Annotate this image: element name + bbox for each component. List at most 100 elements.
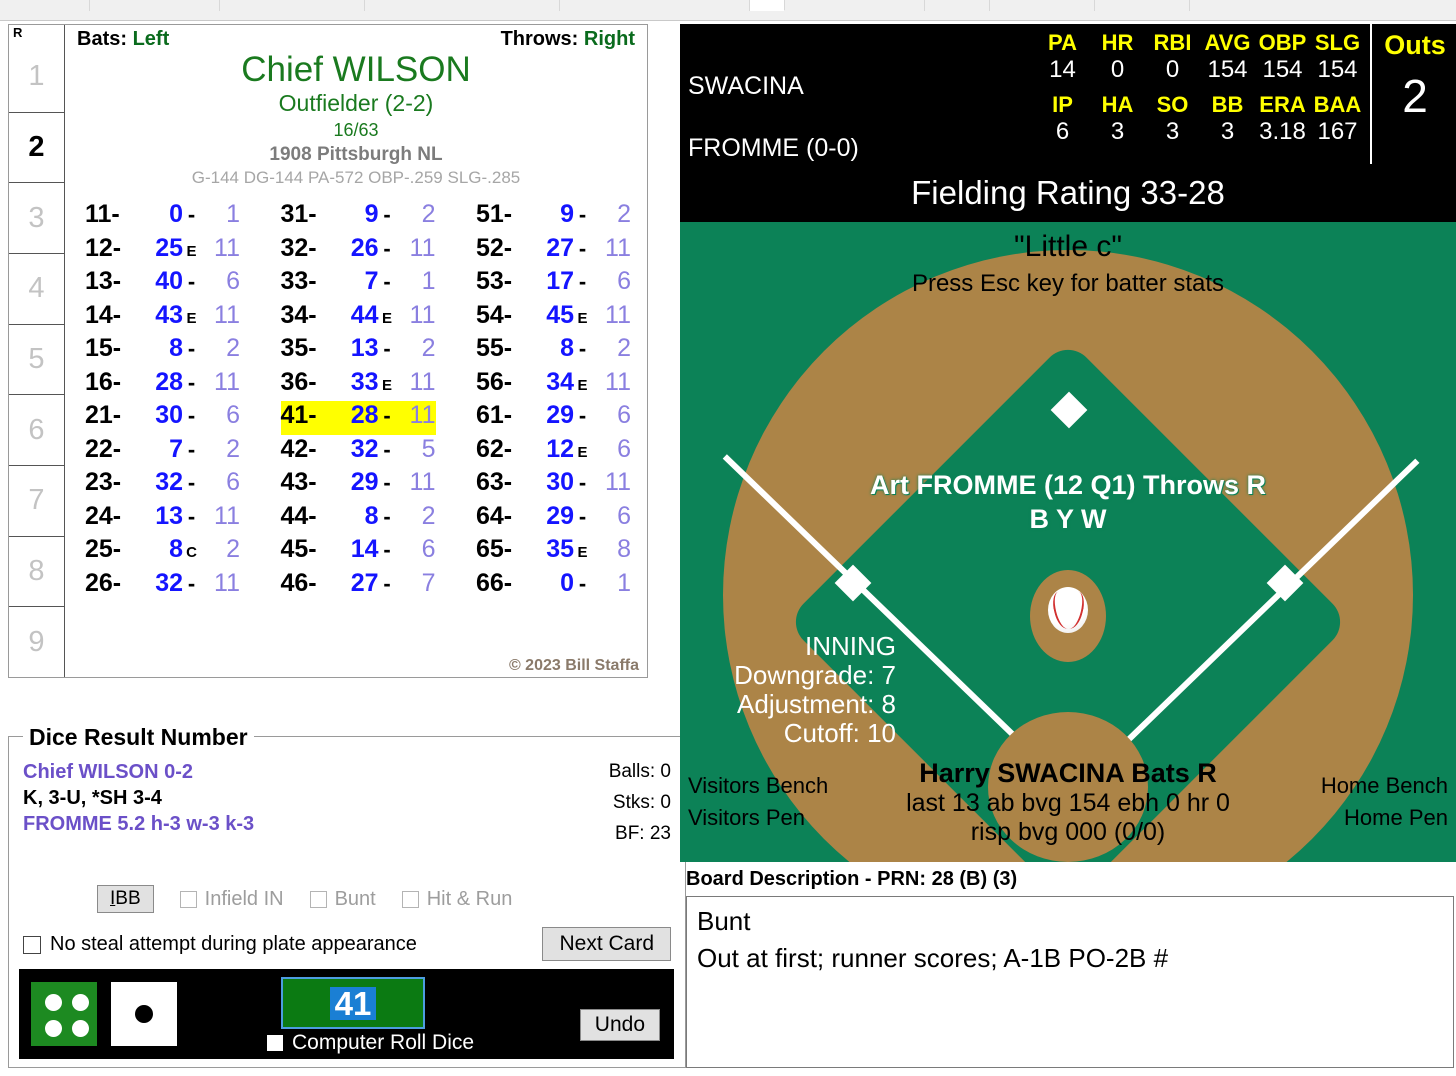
menu-item-1[interactable] — [90, 0, 220, 11]
inning-cell-8[interactable]: 8 — [9, 535, 64, 607]
baseball-icon — [1048, 587, 1088, 633]
roll-row[interactable]: 65- 35 E 8 — [476, 535, 631, 569]
no-steal-checkbox[interactable]: No steal attempt during plate appearance — [23, 933, 417, 956]
roll-marker: E — [381, 309, 392, 327]
roll-count: 11 — [409, 401, 436, 430]
roll-row[interactable]: 24- 13-11 — [85, 502, 240, 536]
roll-row[interactable]: 51- 9- 2 — [476, 200, 631, 234]
roll-result-value: 13 — [155, 501, 183, 530]
roll-row[interactable]: 45- 14- 6 — [281, 535, 436, 569]
roll-row[interactable]: 43- 29-11 — [281, 468, 436, 502]
roll-row[interactable]: 66- 0- 1 — [476, 569, 631, 603]
roll-row[interactable]: 44- 8- 2 — [281, 502, 436, 536]
roll-row[interactable]: 56- 34 E 11 — [476, 368, 631, 402]
roll-row[interactable]: 46- 27- 7 — [281, 569, 436, 603]
inning-cell-3[interactable]: 3 — [9, 182, 64, 253]
roll-row[interactable]: 14- 43 E 11 — [85, 301, 240, 335]
menu-item-0[interactable] — [0, 0, 90, 11]
roll-row[interactable]: 26- 32-11 — [85, 569, 240, 603]
inning-cell-6[interactable]: 6 — [9, 394, 64, 465]
roll-row[interactable]: 52- 27-11 — [476, 234, 631, 268]
home-bench-link[interactable]: Home Bench — [1321, 770, 1448, 802]
checkbox-box[interactable] — [401, 890, 419, 908]
roll-count: 7 — [421, 568, 436, 597]
roll-row[interactable]: 12- 25 E 11 — [85, 234, 240, 268]
batter-card: R 123456789 Bats: Left Throws: Right Chi… — [8, 24, 648, 678]
pitcher-stat-value-0: 6 — [1055, 118, 1070, 145]
board-description-box[interactable]: Bunt Out at first; runner scores; A-1B P… — [686, 896, 1454, 1068]
roll-row[interactable]: 53- 17- 6 — [476, 267, 631, 301]
roll-row[interactable]: 41- 28-11 — [280, 401, 436, 435]
menu-item-4[interactable] — [560, 0, 750, 11]
inning-cell-1[interactable]: 1 — [9, 42, 64, 112]
roll-row[interactable]: 42- 32- 5 — [281, 435, 436, 469]
roll-row[interactable]: 23- 32- 6 — [85, 468, 240, 502]
inning-cell-5[interactable]: 5 — [9, 323, 64, 395]
roll-result-value: 32 — [155, 468, 183, 497]
home-side-links[interactable]: Home Bench Home Pen — [1321, 770, 1448, 834]
roll-row[interactable]: 25- 8 C 2 — [85, 535, 240, 569]
bunt-checkbox[interactable]: Bunt — [309, 888, 376, 911]
baseball-field[interactable]: "Little c" Press Esc key for batter stat… — [680, 222, 1456, 862]
checkbox-box[interactable] — [179, 890, 197, 908]
checkbox-box[interactable] — [267, 1035, 283, 1051]
roll-row[interactable]: 55- 8- 2 — [476, 334, 631, 368]
roll-row[interactable]: 21- 30- 6 — [85, 401, 240, 435]
throws-label: Throws: — [500, 28, 579, 50]
roll-row[interactable]: 22- 7- 2 — [85, 435, 240, 469]
green-die[interactable] — [31, 982, 97, 1046]
ibb-button[interactable]: IBB — [97, 885, 154, 913]
roll-row[interactable]: 61- 29- 6 — [476, 401, 631, 435]
menu-bar[interactable] — [0, 0, 1456, 21]
menu-item-6[interactable] — [785, 0, 925, 11]
menu-item-5[interactable] — [750, 0, 785, 11]
roll-row[interactable]: 31- 9- 2 — [281, 200, 436, 234]
batter-stat-header-2: RBI — [1153, 30, 1192, 55]
roll-row[interactable]: 36- 33 E 11 — [281, 368, 436, 402]
visitors-pen-link[interactable]: Visitors Pen — [688, 802, 828, 834]
roll-row[interactable]: 64- 29- 6 — [476, 502, 631, 536]
roll-row[interactable]: 54- 45 E 11 — [476, 301, 631, 335]
menu-item-9[interactable] — [1095, 0, 1190, 11]
undo-button[interactable]: Undo — [579, 1009, 660, 1041]
home-pen-link[interactable]: Home Pen — [1321, 802, 1448, 834]
roll-result-table[interactable]: 11- 0-1 12- 25 E 11 13- 40-6 14- 43 E 11 15- 8-2 16- 28… — [71, 200, 641, 602]
roll-row[interactable]: 16- 28-11 — [85, 368, 240, 402]
roll-row[interactable]: 13- 40- 6 — [85, 267, 240, 301]
menu-item-7[interactable] — [925, 0, 990, 11]
menu-item-2[interactable] — [220, 0, 365, 11]
next-card-button[interactable]: Next Card — [542, 927, 671, 961]
checkbox-box[interactable] — [309, 890, 327, 908]
roll-key: 16- — [85, 367, 122, 396]
roll-row[interactable]: 34- 44 E 11 — [281, 301, 436, 335]
pitcher-stat-value-1: 3 — [1110, 118, 1125, 145]
infield-in-checkbox[interactable]: Infield IN — [179, 888, 284, 911]
outs-value: 2 — [1402, 70, 1428, 122]
roll-row[interactable]: 63- 30-11 — [476, 468, 631, 502]
menu-item-3[interactable] — [365, 0, 560, 11]
inning-cell-4[interactable]: 4 — [9, 253, 64, 324]
visitors-side-links[interactable]: Visitors Bench Visitors Pen — [688, 770, 828, 834]
roll-row[interactable]: 11- 0- 1 — [85, 200, 240, 234]
inning-cell-9[interactable]: 9 — [9, 606, 64, 677]
roll-marker: E — [577, 544, 588, 562]
roll-row[interactable]: 33- 7- 1 — [281, 267, 436, 301]
inning-column[interactable]: R 123456789 — [9, 25, 65, 677]
roll-row[interactable]: 35- 13- 2 — [281, 334, 436, 368]
menu-item-8[interactable] — [990, 0, 1095, 11]
roll-key: 31- — [280, 200, 317, 229]
batter-stat-header-1: HR — [1101, 30, 1134, 55]
visitors-bench-link[interactable]: Visitors Bench — [688, 770, 828, 802]
pitcher-stat-header-2: SO — [1156, 92, 1189, 117]
roll-row[interactable]: 15- 8- 2 — [85, 334, 240, 368]
roll-value-display[interactable]: 41 — [281, 977, 425, 1029]
white-die[interactable] — [111, 982, 177, 1046]
roll-row[interactable]: 32- 26-11 — [281, 234, 436, 268]
computer-roll-dice-checkbox[interactable]: Computer Roll Dice — [267, 1031, 474, 1055]
inning-cell-2[interactable]: 2 — [9, 111, 64, 183]
hit-and-run-checkbox[interactable]: Hit & Run — [401, 888, 512, 911]
roll-row[interactable]: 62- 12 E 6 — [476, 435, 631, 469]
roll-marker: - — [383, 202, 391, 228]
checkbox-box[interactable] — [23, 935, 41, 954]
inning-cell-7[interactable]: 7 — [9, 465, 64, 536]
